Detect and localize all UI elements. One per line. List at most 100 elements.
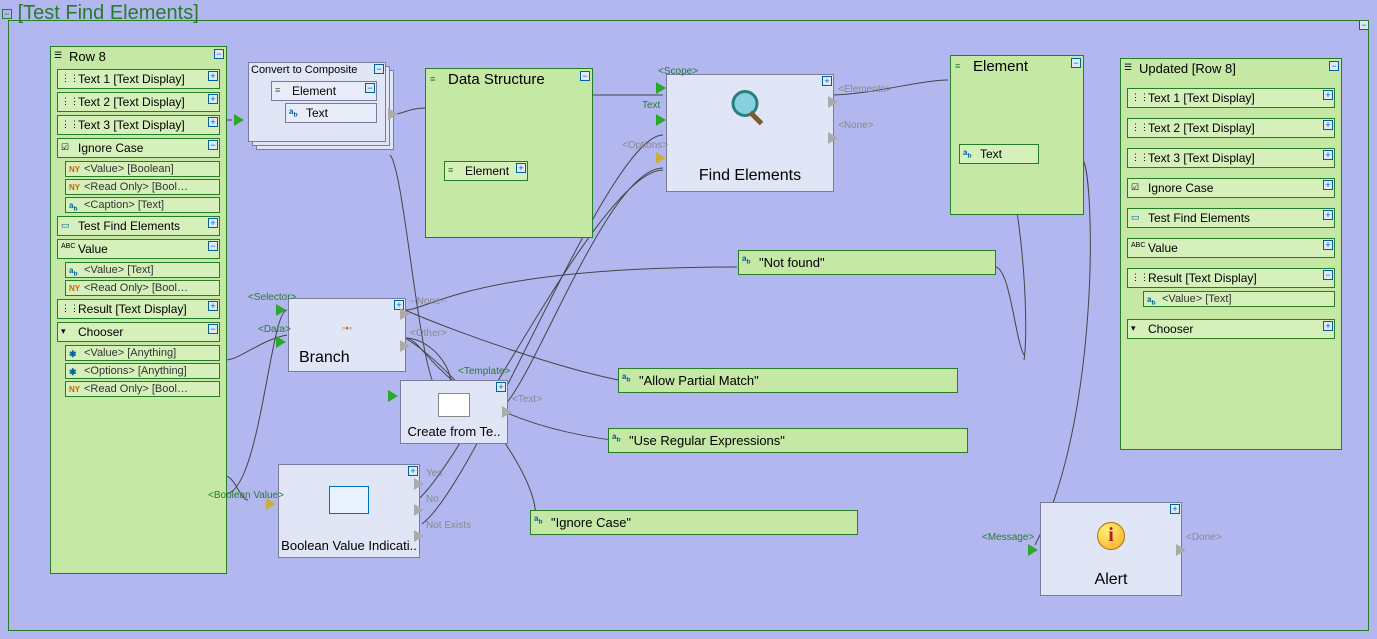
expand-icon[interactable]: + — [208, 94, 218, 104]
row8-ch-value[interactable]: ✱<Value> [Anything] — [65, 345, 220, 361]
updated-test-find[interactable]: ▭Test Find Elements+ — [1127, 208, 1335, 228]
expand-icon[interactable]: + — [208, 301, 218, 311]
row8-collapse-icon[interactable]: − — [214, 49, 224, 59]
text-icon: ⋮⋮ — [61, 73, 73, 85]
ny-icon: NY — [69, 284, 81, 296]
row8-result[interactable]: ⋮⋮Result [Text Display]+ — [57, 299, 220, 319]
alert-in-tri[interactable] — [1028, 544, 1038, 556]
expand-icon[interactable]: + — [1323, 90, 1333, 100]
fe-text-tri[interactable] — [656, 114, 666, 126]
fe-scope-tri[interactable] — [656, 82, 666, 94]
row8-ic-caption[interactable]: ab<Caption> [Text] — [65, 197, 220, 213]
convert-text[interactable]: abText — [285, 103, 377, 123]
branch-panel[interactable]: ◦•◦ Branch + — [288, 298, 406, 372]
expand-icon[interactable]: + — [1170, 504, 1180, 514]
bool-yes-tri[interactable] — [414, 478, 424, 490]
row8-val-value[interactable]: ab<Value> [Text] — [65, 262, 220, 278]
expand-icon[interactable]: + — [208, 117, 218, 127]
ab-icon: ab — [1147, 295, 1159, 307]
updated-result-value[interactable]: ab<Value> [Text] — [1143, 291, 1335, 307]
fe-elements-tri[interactable] — [828, 96, 838, 108]
collapse-icon[interactable]: − — [208, 324, 218, 334]
ct-in-tri[interactable] — [388, 390, 398, 402]
collapse-icon[interactable]: − — [365, 83, 375, 93]
element-right-text[interactable]: abText — [959, 144, 1039, 164]
updated-text2[interactable]: ⋮⋮Text 2 [Text Display]+ — [1127, 118, 1335, 138]
element-icon: ≡ — [955, 61, 967, 73]
updated-chooser[interactable]: ▾Chooser+ — [1127, 319, 1335, 339]
expand-icon[interactable]: + — [496, 382, 506, 392]
alert-panel[interactable]: Alert + — [1040, 502, 1182, 596]
alert-out-tri[interactable] — [1176, 544, 1186, 556]
row8-text2[interactable]: ⋮⋮Text 2 [Text Display]+ — [57, 92, 220, 112]
updated-ignore-case[interactable]: ☑Ignore Case+ — [1127, 178, 1335, 198]
data-structure-panel[interactable]: ≡Data Structure − ≡Element+ — [425, 68, 593, 238]
ds-collapse-icon[interactable]: − — [580, 71, 590, 81]
expand-icon[interactable]: + — [1323, 240, 1333, 250]
string-ignore-case[interactable]: ab"Ignore Case" — [530, 510, 858, 535]
expand-icon[interactable]: + — [408, 466, 418, 476]
row8-val-readonly[interactable]: NY<Read Only> [Bool… — [65, 280, 220, 296]
convert-collapse-icon[interactable]: − — [374, 64, 384, 74]
expand-icon[interactable]: + — [1323, 321, 1333, 331]
row8-chooser[interactable]: ▾Chooser− — [57, 322, 220, 342]
create-template-panel[interactable]: Create from Te.. + — [400, 380, 508, 444]
row8-ch-options[interactable]: ✱<Options> [Anything] — [65, 363, 220, 379]
branch-selector-port: <Selector> — [248, 292, 296, 303]
alert-message-port: <Message> — [982, 532, 1034, 543]
branch-selector-tri[interactable] — [276, 304, 286, 316]
expand-icon[interactable]: + — [1323, 210, 1333, 220]
row8-text1[interactable]: ⋮⋮Text 1 [Text Display]+ — [57, 69, 220, 89]
expand-icon[interactable]: + — [208, 218, 218, 228]
fe-options-tri[interactable] — [656, 152, 666, 164]
ct-text-port: <Text> — [512, 394, 542, 405]
updated-value[interactable]: ABCValue+ — [1127, 238, 1335, 258]
collapse-icon[interactable]: − — [2, 9, 12, 19]
row8-value[interactable]: ABCValue− — [57, 239, 220, 259]
create-template-title: Create from Te.. — [401, 424, 507, 439]
expand-icon[interactable]: + — [1323, 180, 1333, 190]
convert-out-port[interactable] — [388, 108, 398, 120]
expand-icon[interactable]: + — [1323, 150, 1333, 160]
updated-text1[interactable]: ⋮⋮Text 1 [Text Display]+ — [1127, 88, 1335, 108]
branch-other-tri[interactable] — [400, 340, 410, 352]
dropdown-icon: ▾ — [1131, 323, 1143, 335]
updated-collapse-icon[interactable]: − — [1329, 61, 1339, 71]
collapse-icon[interactable]: − — [208, 241, 218, 251]
convert-panel[interactable]: Convert to Composite − ≡Element− abText — [248, 62, 386, 142]
bool-no-tri[interactable] — [414, 504, 424, 516]
convert-in-port[interactable] — [234, 114, 244, 126]
row8-ch-readonly[interactable]: NY<Read Only> [Bool… — [65, 381, 220, 397]
expand-icon[interactable]: + — [1323, 120, 1333, 130]
row8-ic-value[interactable]: NY<Value> [Boolean] — [65, 161, 220, 177]
convert-element[interactable]: ≡Element− — [271, 81, 377, 101]
row8-test-find[interactable]: ▭Test Find Elements+ — [57, 216, 220, 236]
ds-element[interactable]: ≡Element+ — [444, 161, 528, 181]
row8-ignore-case[interactable]: ☑Ignore Case− — [57, 138, 220, 158]
ct-out-tri[interactable] — [502, 406, 512, 418]
element-right-panel[interactable]: ≡Element − abText — [950, 55, 1084, 215]
row8-panel[interactable]: ☰Row 8 − ⋮⋮Text 1 [Text Display]+ ⋮⋮Text… — [50, 46, 227, 574]
template-icon — [438, 393, 470, 417]
expand-icon[interactable]: + — [516, 163, 526, 173]
branch-data-tri[interactable] — [276, 336, 286, 348]
expand-icon[interactable]: + — [822, 76, 832, 86]
collapse-icon[interactable]: − — [208, 140, 218, 150]
string-use-regex[interactable]: ab"Use Regular Expressions" — [608, 428, 968, 453]
row8-text3[interactable]: ⋮⋮Text 3 [Text Display]+ — [57, 115, 220, 135]
bool-in-tri[interactable] — [266, 498, 276, 510]
er-collapse-icon[interactable]: − — [1071, 58, 1081, 68]
updated-result[interactable]: ⋮⋮Result [Text Display]− — [1127, 268, 1335, 288]
branch-none-tri[interactable] — [400, 308, 410, 320]
updated-text3[interactable]: ⋮⋮Text 3 [Text Display]+ — [1127, 148, 1335, 168]
string-not-found[interactable]: ab"Not found" — [738, 250, 996, 275]
fe-none-tri[interactable] — [828, 132, 838, 144]
string-allow-partial[interactable]: ab"Allow Partial Match" — [618, 368, 958, 393]
expand-icon[interactable]: + — [208, 71, 218, 81]
bool-ne-tri[interactable] — [414, 530, 424, 542]
updated-panel[interactable]: ☰Updated [Row 8] − ⋮⋮Text 1 [Text Displa… — [1120, 58, 1342, 450]
collapse-icon[interactable]: − — [1323, 270, 1333, 280]
bool-ind-panel[interactable]: Boolean Value Indicati.. + — [278, 464, 420, 558]
row8-ic-readonly[interactable]: NY<Read Only> [Bool… — [65, 179, 220, 195]
find-elements-panel[interactable]: Find Elements + — [666, 74, 834, 192]
